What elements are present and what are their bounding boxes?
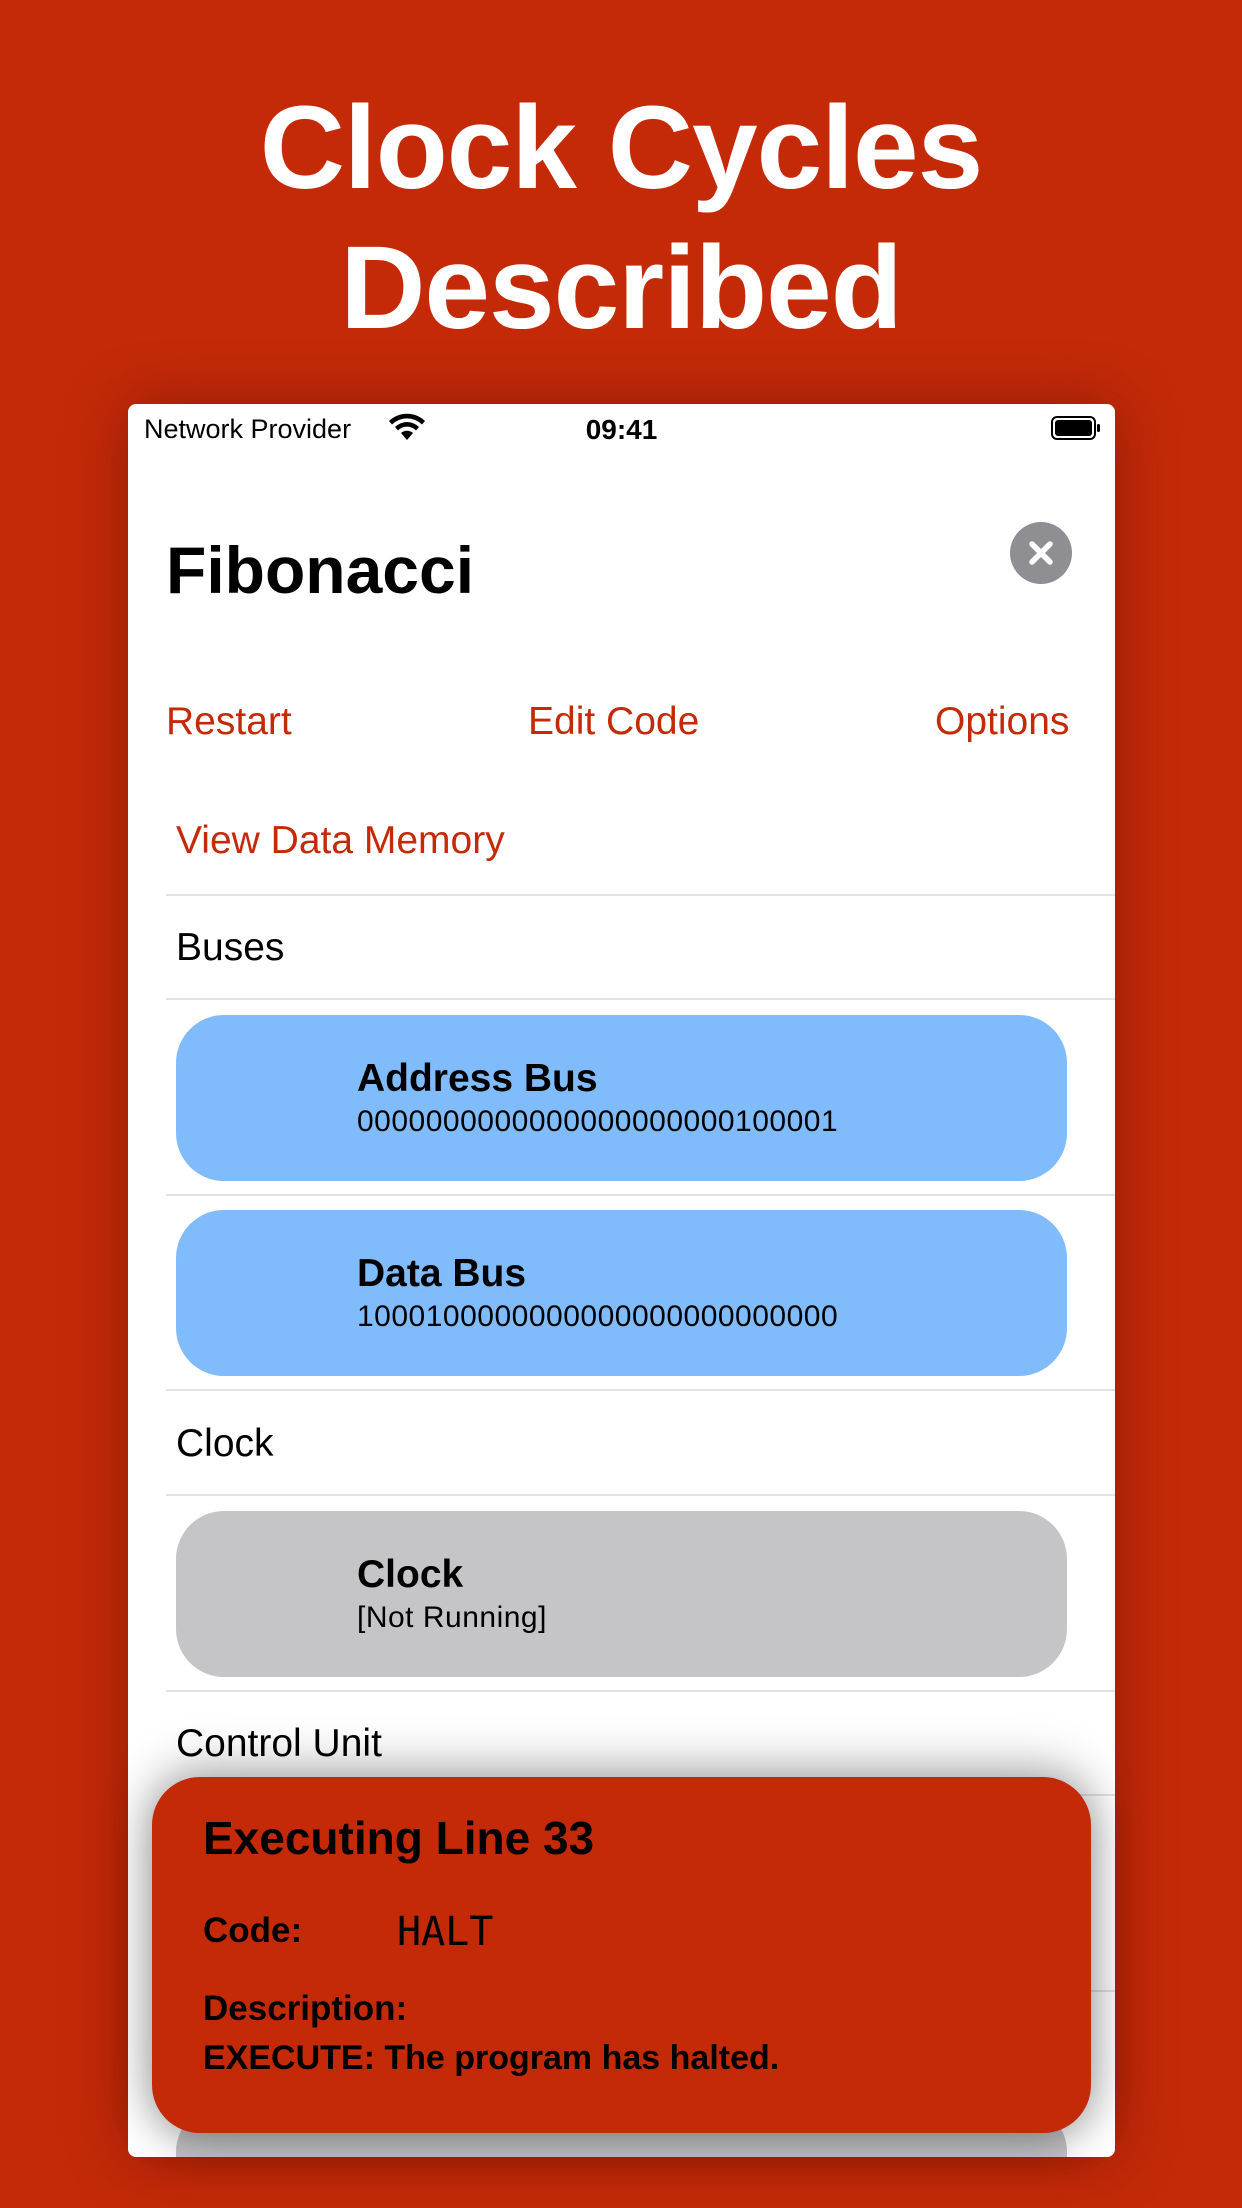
divider xyxy=(166,1389,1115,1391)
clock-card[interactable]: Clock [Not Running] xyxy=(176,1511,1067,1677)
divider xyxy=(166,1194,1115,1196)
headline: Clock Cycles Described xyxy=(0,78,1242,358)
section-buses-label: Buses xyxy=(176,926,285,969)
close-button[interactable] xyxy=(1010,522,1072,584)
view-data-memory-link[interactable]: View Data Memory xyxy=(176,819,505,863)
address-bus-title: Address Bus xyxy=(357,1057,598,1100)
popup-code-value: HALT xyxy=(397,1909,494,1955)
popup-description-label: Description: xyxy=(203,1989,408,2028)
status-bar: Network Provider 09:41 xyxy=(128,404,1115,456)
status-time: 09:41 xyxy=(585,414,658,445)
section-clock-label: Clock xyxy=(176,1422,274,1465)
clock-card-value: [Not Running] xyxy=(357,1601,547,1634)
data-bus-title: Data Bus xyxy=(357,1252,527,1295)
divider xyxy=(166,1494,1115,1496)
options-button[interactable]: Options xyxy=(935,700,1069,744)
popup-code-label: Code: xyxy=(203,1911,303,1950)
close-icon xyxy=(1029,541,1053,565)
data-bus-card[interactable]: Data Bus 1000100000000000000000000000 xyxy=(176,1210,1067,1376)
divider xyxy=(166,1690,1115,1692)
execution-popup: Executing Line 33 Code: HALT Description… xyxy=(152,1777,1091,2133)
clock-card-title: Clock xyxy=(357,1553,464,1596)
popup-title: Executing Line 33 xyxy=(203,1812,595,1864)
section-control-unit-label: Control Unit xyxy=(176,1722,382,1765)
address-bus-value: 0000000000000000000000100001 xyxy=(357,1105,839,1138)
popup-description-value: EXECUTE: The program has halted. xyxy=(203,2039,780,2077)
page-title: Fibonacci xyxy=(166,533,475,607)
data-bus-value: 1000100000000000000000000000 xyxy=(357,1300,839,1333)
restart-button[interactable]: Restart xyxy=(166,700,292,744)
headline-line-1: Clock Cycles xyxy=(259,82,984,214)
headline-line-2: Described xyxy=(340,222,903,354)
divider xyxy=(166,998,1115,1000)
divider xyxy=(166,894,1115,896)
battery-icon xyxy=(1051,416,1100,440)
address-bus-card[interactable]: Address Bus 0000000000000000000000100001 xyxy=(176,1015,1067,1181)
edit-code-button[interactable]: Edit Code xyxy=(528,700,699,744)
